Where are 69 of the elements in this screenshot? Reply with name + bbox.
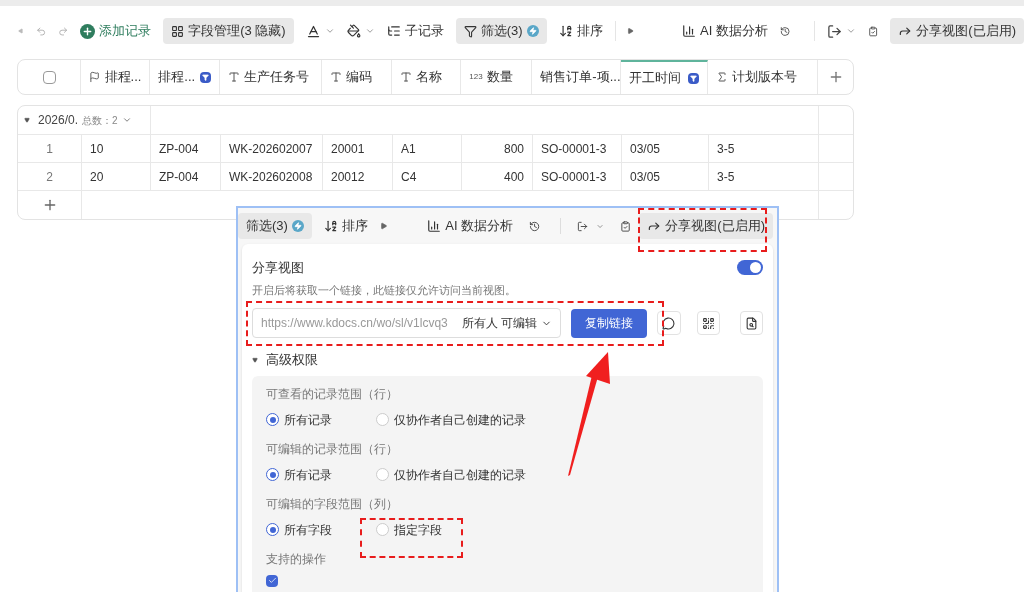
table-cell-text: 3-5 — [717, 168, 735, 186]
group-label: 2026/0. — [38, 112, 79, 129]
column-header[interactable]: 123 数量 — [461, 60, 533, 94]
section-title: 可编辑的记录范围（行） — [266, 440, 399, 458]
column-label: 名称 — [416, 68, 443, 87]
row-number: 2 — [46, 168, 53, 186]
radio-option[interactable]: 指定字段 — [376, 520, 442, 539]
row-number: 1 — [46, 140, 53, 158]
table-cell-text: 20001 — [331, 140, 365, 158]
ai-analysis-button[interactable]: AI 数据分析 — [427, 216, 514, 236]
table-cell-text: ZP-004 — [159, 168, 199, 186]
link-text: https://www.kdocs.cn/wo/sl/v1lcvq3 — [261, 315, 448, 332]
sort-button[interactable]: 排序 — [558, 21, 603, 41]
share-title: 分享视图 — [252, 259, 304, 277]
table-cell-text: C4 — [401, 168, 417, 186]
table-cell-text: 800 — [503, 140, 524, 158]
section-title: 可查看的记录范围（行） — [266, 385, 399, 403]
copy-link-button[interactable]: 复制链接 — [571, 308, 648, 338]
share-view-button[interactable]: 分享视图(已启用) — [890, 18, 1024, 44]
column-header[interactable]: 名称 — [392, 60, 462, 94]
radio-option[interactable]: 所有记录 — [266, 410, 376, 429]
column-header[interactable]: 计划版本号 — [708, 60, 819, 94]
table-cell-text: 03/05 — [630, 140, 661, 158]
section-title: 支持的操作 — [266, 550, 327, 568]
column-label: 编码 — [346, 68, 373, 87]
table-cell-text: 20012 — [331, 168, 365, 186]
table-cell-text: 03/05 — [630, 168, 661, 186]
share-view-button[interactable]: 分享视图(已启用) — [639, 213, 773, 239]
column-header[interactable]: 排程... — [81, 60, 151, 94]
sort-button[interactable]: 排序 — [319, 216, 372, 236]
permission-dropdown[interactable]: 所有人 可编辑 — [462, 314, 553, 332]
column-label: 销售订单-项... — [540, 68, 621, 87]
column-header[interactable]: 开工时间 — [621, 60, 709, 94]
column-label: 数量 — [486, 68, 513, 87]
column-label: 排程... — [158, 68, 196, 87]
column-label: 生产任务号 — [244, 68, 310, 87]
table-cell-text: WK-202602008 — [229, 168, 313, 186]
column-header[interactable]: 销售订单-项... — [532, 60, 622, 94]
subrecord-button[interactable]: 子记录 — [386, 21, 444, 41]
column-label: 开工时间 — [629, 69, 682, 88]
column-header[interactable]: 生产任务号 — [220, 60, 323, 94]
number-type-label: 123 — [469, 71, 483, 83]
filter-button[interactable]: 筛选(3) — [238, 213, 312, 239]
table-cell-text: 400 — [503, 168, 524, 186]
column-label: 排程... — [104, 68, 142, 87]
radio-option[interactable]: 所有字段 — [266, 520, 376, 539]
add-record-button[interactable]: 添加记录 — [80, 21, 152, 41]
group-count: 总数：2 — [82, 113, 118, 128]
filter-button[interactable]: 筛选(3) — [455, 18, 547, 44]
table-cell-text: 20 — [90, 168, 104, 186]
link-field[interactable]: https://www.kdocs.cn/wo/sl/v1lcvq3 所有人 可编辑 — [252, 308, 562, 338]
table-cell-text: 10 — [90, 140, 104, 158]
column-label: 计划版本号 — [732, 68, 798, 87]
field-manager-button[interactable]: 字段管理(3 隐藏) — [163, 18, 294, 44]
table-cell-text: 3-5 — [717, 140, 735, 158]
column-header[interactable]: 编码 — [322, 60, 393, 94]
table-cell-text: A1 — [401, 140, 416, 158]
table-cell-text: WK-202602007 — [229, 140, 313, 158]
table-cell-text: SO-00001-3 — [541, 168, 607, 186]
column-header[interactable]: 排程... — [150, 60, 221, 94]
share-description: 开启后将获取一个链接，此链接仅允许访问当前视图。 — [252, 282, 517, 298]
radio-option[interactable]: 仅协作者自己创建的记录 — [376, 410, 526, 429]
advanced-permissions-toggle[interactable]: 高级权限 — [252, 350, 318, 370]
table-cell-text: SO-00001-3 — [541, 140, 607, 158]
ai-analysis-button[interactable]: AI 数据分析 — [682, 21, 768, 41]
table-cell-text: ZP-004 — [159, 140, 199, 158]
radio-option[interactable]: 仅协作者自己创建的记录 — [376, 465, 526, 484]
radio-option[interactable]: 所有记录 — [266, 465, 376, 484]
section-title: 可编辑的字段范围（列） — [266, 495, 399, 513]
